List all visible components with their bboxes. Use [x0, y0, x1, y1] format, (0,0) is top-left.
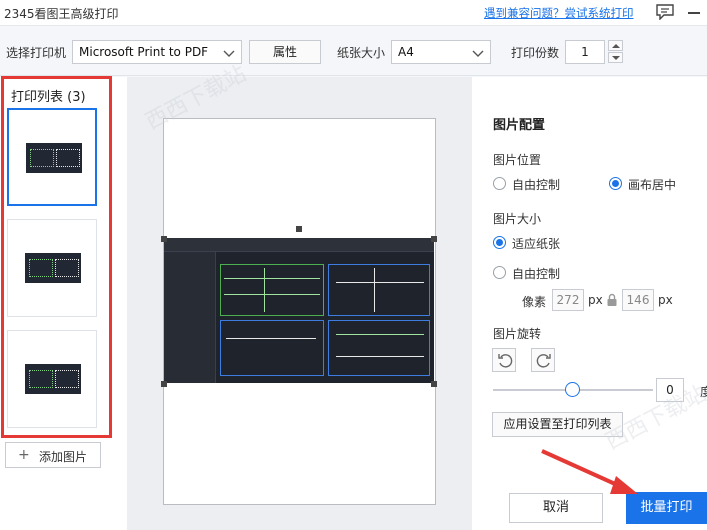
copies-decrement-button[interactable] [608, 52, 623, 63]
chevron-down-icon [223, 47, 235, 57]
image-toolbar-strip [164, 238, 434, 252]
width-input[interactable]: 272 [552, 289, 584, 311]
drawing-line [224, 294, 320, 295]
rotation-slider-thumb[interactable] [565, 382, 580, 397]
message-icon[interactable] [656, 4, 674, 21]
thumbnail-image [25, 253, 81, 283]
image-viewport [328, 264, 430, 316]
print-list-item[interactable] [7, 219, 97, 317]
drawing-line [336, 356, 424, 357]
paper-size-select[interactable]: A4 [391, 40, 491, 64]
copies-input[interactable]: 1 [565, 40, 605, 64]
paper-size-label: 纸张大小 [337, 46, 386, 60]
rotation-label: 图片旋转 [493, 327, 542, 341]
image-viewport [220, 264, 324, 316]
resize-handle[interactable] [431, 236, 437, 242]
drawing-line [226, 338, 316, 339]
rotate-right-button[interactable] [531, 348, 555, 372]
printer-select[interactable]: Microsoft Print to PDF [72, 40, 242, 64]
size-free-label: 自由控制 [512, 267, 561, 281]
config-title: 图片配置 [493, 118, 546, 133]
copies-increment-button[interactable] [608, 40, 623, 51]
drawing-line [336, 282, 424, 283]
image-viewport [220, 320, 324, 376]
rotate-right-icon [536, 354, 551, 368]
drawing-line [374, 268, 375, 312]
printer-select-value: Microsoft Print to PDF [79, 45, 209, 59]
resize-handle[interactable] [161, 236, 167, 242]
resize-handle[interactable] [431, 381, 437, 387]
size-label: 图片大小 [493, 212, 542, 226]
width-unit: px [588, 293, 603, 307]
copies-label: 打印份数 [511, 46, 560, 60]
pixel-label: 像素 [522, 295, 547, 309]
thumbnail-image [26, 143, 82, 173]
print-list-title: 打印列表 (3) [11, 90, 86, 105]
position-center-radio[interactable] [609, 177, 622, 190]
rotate-left-button[interactable] [492, 348, 516, 372]
position-free-label: 自由控制 [512, 178, 561, 192]
plus-icon: + [18, 447, 30, 463]
printer-label: 选择打印机 [6, 46, 67, 60]
paper-size-value: A4 [398, 45, 414, 59]
lock-icon[interactable] [606, 293, 618, 307]
image-sidebar [164, 252, 216, 383]
rotation-unit: 度 [700, 385, 707, 399]
resize-handle[interactable] [161, 381, 167, 387]
thumbnail-image [25, 364, 81, 394]
preview-image[interactable] [164, 238, 434, 383]
position-center-label: 画布居中 [628, 178, 677, 192]
rotation-input[interactable]: 0 [656, 378, 684, 402]
resize-handle[interactable] [296, 226, 302, 232]
drawing-line [336, 334, 424, 335]
drawing-line [264, 268, 265, 312]
red-arrow-annotation [541, 449, 638, 494]
properties-button[interactable]: 属性 [249, 40, 321, 64]
add-image-button[interactable]: + 添加图片 [5, 442, 101, 468]
print-list-item[interactable] [7, 330, 97, 428]
size-free-radio[interactable] [493, 266, 506, 279]
drawing-line [224, 278, 320, 279]
print-list-item[interactable] [7, 108, 97, 206]
minimize-icon[interactable] [688, 12, 700, 14]
system-print-link[interactable]: 遇到兼容问题？尝试系统打印 [484, 5, 634, 21]
position-label: 图片位置 [493, 153, 542, 167]
height-unit: px [658, 293, 673, 307]
window-title: 2345看图王高级打印 [4, 7, 119, 21]
size-fit-label: 适应纸张 [512, 237, 561, 251]
apply-to-list-button[interactable]: 应用设置至打印列表 [492, 412, 623, 437]
image-viewport [328, 320, 430, 376]
height-input[interactable]: 146 [622, 289, 654, 311]
title-bar: 2345看图王高级打印 遇到兼容问题？尝试系统打印 [0, 0, 707, 26]
size-fit-radio[interactable] [493, 236, 506, 249]
toolbar: 选择打印机 Microsoft Print to PDF 属性 纸张大小 A4 … [0, 27, 707, 76]
chevron-down-icon [472, 47, 484, 57]
rotate-left-icon [498, 354, 513, 368]
position-free-radio[interactable] [493, 177, 506, 190]
add-image-label: 添加图片 [39, 450, 88, 464]
